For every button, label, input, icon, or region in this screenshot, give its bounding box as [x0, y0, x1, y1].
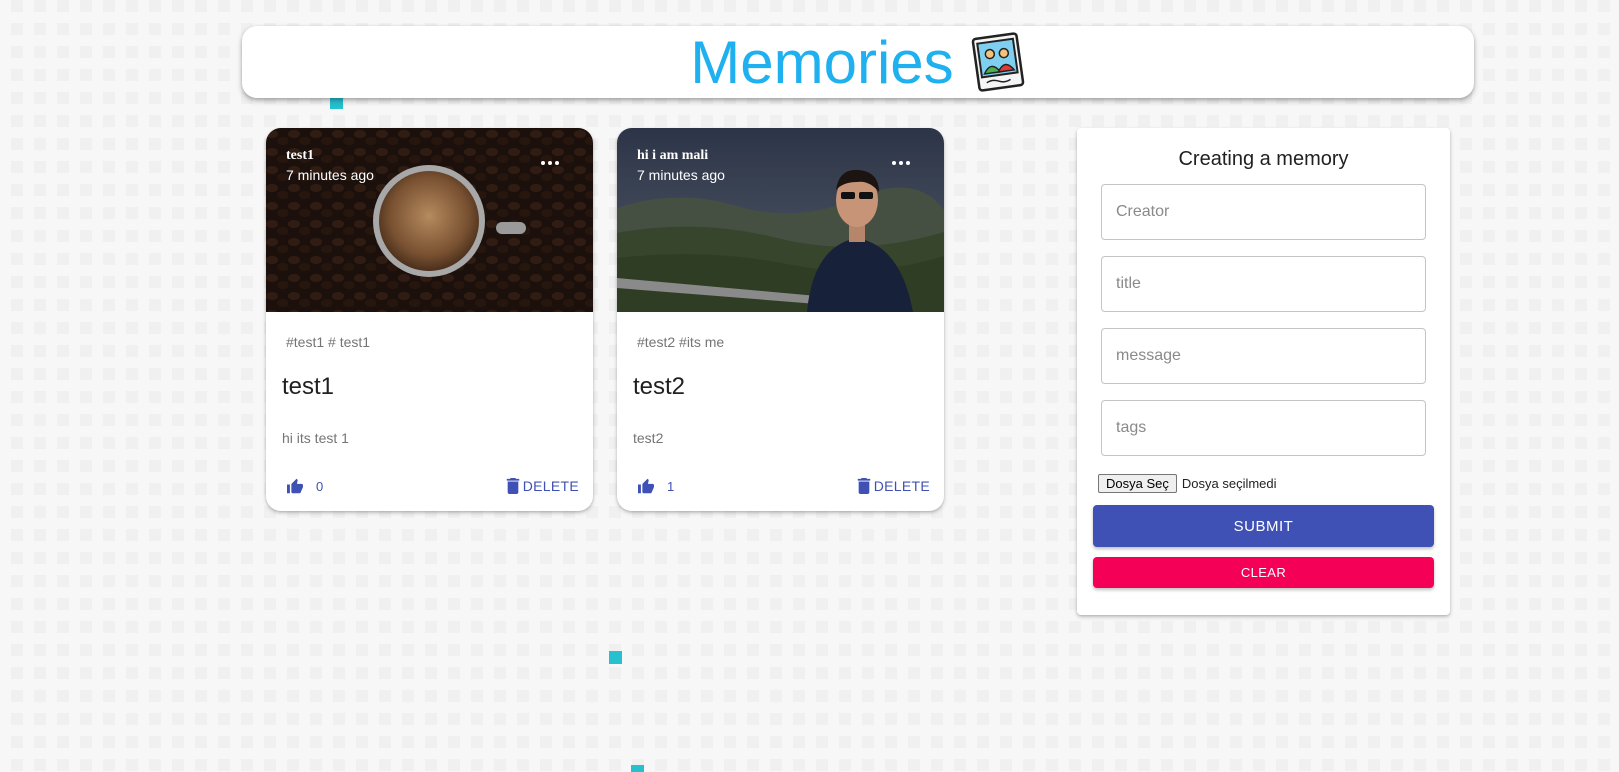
post-card: test1 7 minutes ago #test1 # test1 test1…	[266, 128, 593, 511]
file-input: Dosya Seç Dosya seçilmedi	[1098, 474, 1277, 493]
post-creator: test1	[286, 148, 314, 163]
post-image: test1 7 minutes ago	[266, 128, 593, 312]
file-status: Dosya seçilmedi	[1181, 476, 1277, 491]
post-message: test2	[633, 430, 664, 446]
title-field[interactable]	[1101, 256, 1426, 312]
submit-button[interactable]: SUBMIT	[1093, 505, 1434, 547]
delete-label: DELETE	[522, 478, 579, 494]
memory-form: Creating a memory Dosya Seç Dosya seçilm…	[1077, 128, 1450, 615]
delete-button[interactable]: DELETE	[857, 478, 930, 494]
post-message: hi its test 1	[282, 430, 349, 446]
like-count: 0	[316, 478, 324, 494]
tags-field[interactable]	[1101, 400, 1426, 456]
app-title: Memories	[690, 28, 954, 96]
thumb-up-icon	[638, 478, 654, 494]
like-button[interactable]: 0	[286, 478, 323, 494]
form-title: Creating a memory	[1178, 148, 1349, 170]
polaroid-memories-icon	[971, 32, 1024, 92]
more-horiz-icon[interactable]	[892, 158, 914, 168]
post-creator: hi i am mali	[637, 148, 709, 163]
post-time: 7 minutes ago	[286, 167, 374, 183]
background-accent-square	[631, 765, 644, 772]
like-count: 1	[667, 478, 675, 494]
message-field[interactable]	[1101, 328, 1426, 384]
post-tags: #test1 # test1	[286, 334, 371, 350]
post-tags: #test2 #its me	[637, 334, 725, 350]
post-image: hi i am mali 7 minutes ago	[617, 128, 944, 312]
post-title: test2	[633, 373, 686, 400]
choose-file-button[interactable]: Dosya Seç	[1098, 474, 1177, 493]
post-title: test1	[282, 373, 335, 400]
creator-field[interactable]	[1101, 184, 1426, 240]
like-button[interactable]: 1	[637, 478, 674, 494]
delete-label: DELETE	[873, 478, 930, 494]
thumb-up-icon	[287, 478, 303, 494]
trash-icon	[857, 478, 870, 494]
post-card: hi i am mali 7 minutes ago #test2 #its m…	[617, 128, 944, 511]
post-time: 7 minutes ago	[637, 167, 725, 183]
delete-button[interactable]: DELETE	[506, 478, 579, 494]
trash-icon	[506, 478, 519, 494]
app-bar: Memories	[242, 26, 1474, 98]
background-accent-square	[609, 651, 622, 664]
clear-button[interactable]: CLEAR	[1093, 557, 1434, 588]
more-horiz-icon[interactable]	[541, 158, 563, 168]
